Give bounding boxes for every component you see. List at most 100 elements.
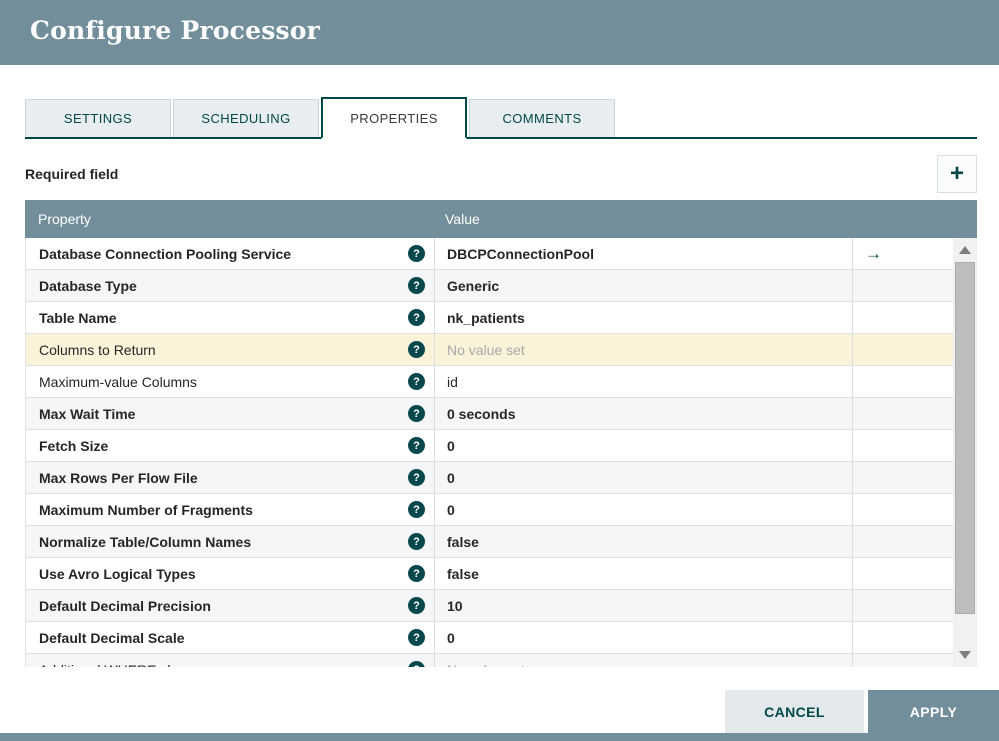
property-name: Fetch Size (39, 438, 108, 454)
help-icon[interactable]: ? (408, 661, 425, 667)
property-value[interactable]: false (434, 526, 852, 557)
property-name: Database Connection Pooling Service (39, 246, 291, 262)
tab-settings[interactable]: SETTINGS (25, 99, 171, 137)
property-name: Default Decimal Scale (39, 630, 185, 646)
property-name: Maximum Number of Fragments (39, 502, 253, 518)
help-icon[interactable]: ? (408, 565, 425, 582)
property-row[interactable]: Fetch Size ? 0 (26, 430, 953, 462)
property-name: Table Name (39, 310, 117, 326)
property-value[interactable]: DBCPConnectionPool (434, 238, 852, 269)
property-value[interactable]: 0 (434, 462, 852, 493)
scrollbar[interactable] (953, 238, 977, 667)
property-row[interactable]: Additional WHERE clause ? No value set (26, 654, 953, 667)
scroll-down-button[interactable] (953, 645, 977, 665)
arrow-down-icon (959, 651, 971, 659)
property-value[interactable]: 0 seconds (434, 398, 852, 429)
column-header-value: Value (433, 211, 977, 227)
plus-icon: + (950, 160, 964, 187)
new-property-button[interactable]: + (937, 155, 977, 193)
dialog-bottom-border (0, 733, 999, 741)
property-name: Max Wait Time (39, 406, 135, 422)
apply-button[interactable]: APPLY (868, 690, 999, 733)
property-row[interactable]: Use Avro Logical Types ? false (26, 558, 953, 590)
help-icon[interactable]: ? (408, 309, 425, 326)
arrow-up-icon (959, 246, 971, 254)
help-icon[interactable]: ? (408, 277, 425, 294)
property-row[interactable]: Default Decimal Precision ? 10 (26, 590, 953, 622)
property-name: Use Avro Logical Types (39, 566, 196, 582)
property-row[interactable]: Max Wait Time ? 0 seconds (26, 398, 953, 430)
help-icon[interactable]: ? (408, 373, 425, 390)
scroll-thumb[interactable] (955, 262, 975, 614)
dialog-titlebar: Configure Processor (0, 0, 999, 65)
property-cell: Maximum Number of Fragments ? (26, 494, 434, 525)
property-cell: Database Type ? (26, 270, 434, 301)
property-value[interactable]: Generic (434, 270, 852, 301)
help-icon[interactable]: ? (408, 533, 425, 550)
property-cell: Use Avro Logical Types ? (26, 558, 434, 589)
go-to-controller-service-icon[interactable]: → (865, 244, 882, 264)
property-value[interactable]: No value set (434, 334, 852, 365)
property-cell: Database Connection Pooling Service ? (26, 238, 434, 269)
tab-properties[interactable]: PROPERTIES (321, 97, 467, 139)
property-row[interactable]: Database Type ? Generic (26, 270, 953, 302)
property-cell: Max Wait Time ? (26, 398, 434, 429)
help-icon[interactable]: ? (408, 629, 425, 646)
property-name: Maximum-value Columns (39, 374, 197, 390)
property-cell: Maximum-value Columns ? (26, 366, 434, 397)
tab-scheduling[interactable]: SCHEDULING (173, 99, 319, 137)
property-row[interactable]: Default Decimal Scale ? 0 (26, 622, 953, 654)
row-actions (852, 462, 953, 493)
tab-comments[interactable]: COMMENTS (469, 99, 615, 137)
row-actions (852, 430, 953, 461)
property-cell: Table Name ? (26, 302, 434, 333)
property-row[interactable]: Database Connection Pooling Service ? DB… (26, 238, 953, 270)
dialog-footer: CANCEL APPLY (725, 690, 999, 733)
row-actions (852, 526, 953, 557)
row-actions (852, 270, 953, 301)
property-cell: Additional WHERE clause ? (26, 654, 434, 667)
help-icon[interactable]: ? (408, 501, 425, 518)
property-name: Database Type (39, 278, 137, 294)
help-icon[interactable]: ? (408, 245, 425, 262)
help-icon[interactable]: ? (408, 437, 425, 454)
property-value[interactable]: 10 (434, 590, 852, 621)
row-actions (852, 302, 953, 333)
property-cell: Normalize Table/Column Names ? (26, 526, 434, 557)
property-row[interactable]: Maximum-value Columns ? id (26, 366, 953, 398)
property-value[interactable]: false (434, 558, 852, 589)
help-icon[interactable]: ? (408, 597, 425, 614)
scroll-up-button[interactable] (953, 240, 977, 260)
property-value[interactable]: id (434, 366, 852, 397)
property-row[interactable]: Maximum Number of Fragments ? 0 (26, 494, 953, 526)
property-value[interactable]: nk_patients (434, 302, 852, 333)
help-icon[interactable]: ? (408, 469, 425, 486)
table-header-row: Property Value (25, 200, 977, 238)
configure-processor-dialog: Configure Processor SETTINGS SCHEDULING … (0, 0, 999, 741)
property-row[interactable]: Table Name ? nk_patients (26, 302, 953, 334)
row-actions (852, 398, 953, 429)
table-rows: Database Connection Pooling Service ? DB… (26, 238, 953, 667)
property-row[interactable]: Max Rows Per Flow File ? 0 (26, 462, 953, 494)
property-value[interactable]: 0 (434, 622, 852, 653)
cancel-button[interactable]: CANCEL (725, 690, 864, 733)
property-value[interactable]: 0 (434, 494, 852, 525)
dialog-content: SETTINGS SCHEDULING PROPERTIES COMMENTS … (0, 97, 999, 667)
property-value[interactable]: 0 (434, 430, 852, 461)
row-actions (852, 494, 953, 525)
help-icon[interactable]: ? (408, 405, 425, 422)
property-cell: Default Decimal Precision ? (26, 590, 434, 621)
row-actions (852, 558, 953, 589)
property-value[interactable]: No value set (434, 654, 852, 667)
property-name: Columns to Return (39, 342, 156, 358)
row-actions: → (852, 238, 953, 269)
property-row[interactable]: Columns to Return ? No value set (26, 334, 953, 366)
property-name: Max Rows Per Flow File (39, 470, 198, 486)
row-actions (852, 366, 953, 397)
properties-toolbar: Required field + (25, 154, 977, 194)
help-icon[interactable]: ? (408, 341, 425, 358)
tab-bar: SETTINGS SCHEDULING PROPERTIES COMMENTS (25, 97, 977, 139)
property-cell: Max Rows Per Flow File ? (26, 462, 434, 493)
required-field-label: Required field (25, 166, 118, 182)
property-row[interactable]: Normalize Table/Column Names ? false (26, 526, 953, 558)
